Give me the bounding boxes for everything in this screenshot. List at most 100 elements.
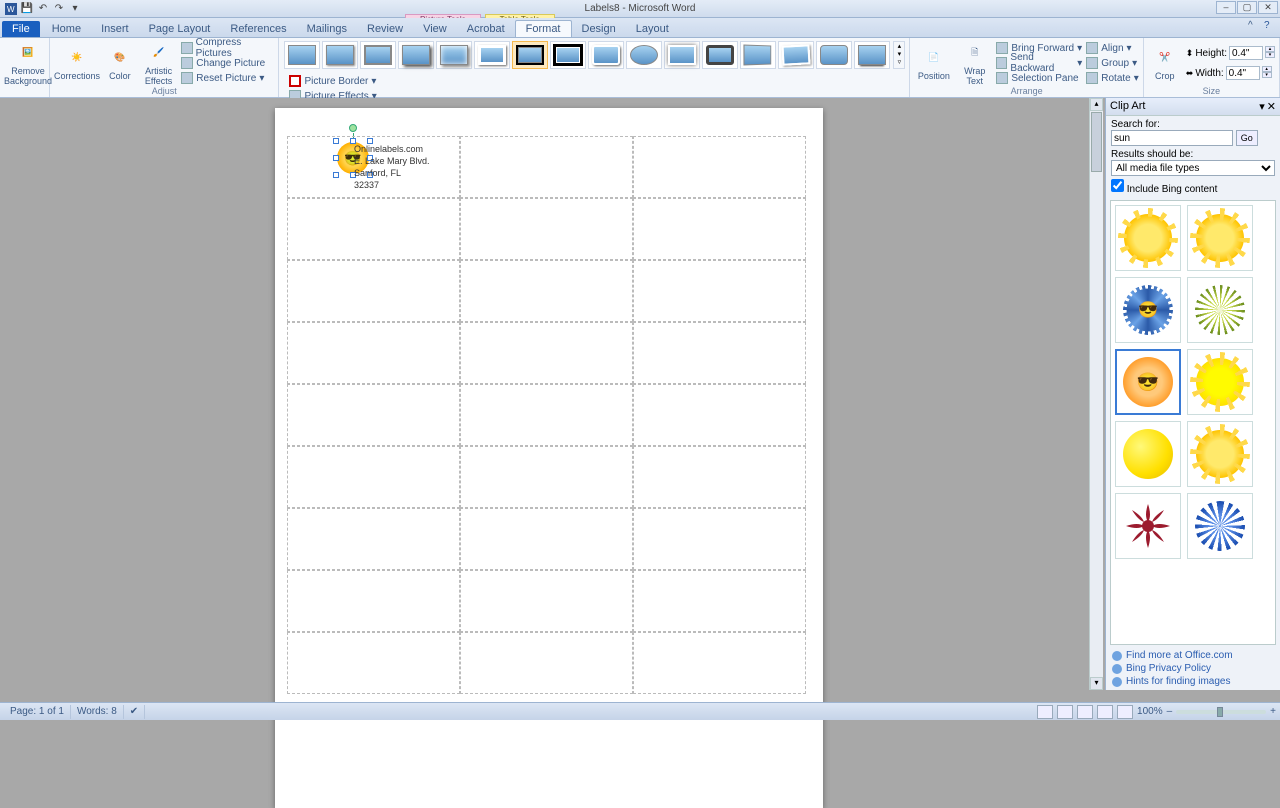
picture-style-7[interactable] [512,41,548,69]
undo-icon[interactable]: ↶ [36,2,50,16]
label-cell[interactable] [460,384,633,446]
compress-pictures-button[interactable]: Compress Pictures [181,41,274,55]
label-cell[interactable] [287,384,460,446]
label-cell[interactable] [287,198,460,260]
status-page[interactable]: Page: 1 of 1 [4,705,71,719]
clipart-item-8[interactable] [1187,421,1253,487]
picture-style-6[interactable] [474,41,510,69]
view-web[interactable] [1077,705,1093,719]
tab-home[interactable]: Home [42,21,91,37]
remove-background-button[interactable]: 🖼️Remove Background [4,40,52,86]
pane-close-icon[interactable]: ✕ [1267,100,1276,113]
label-cell[interactable] [287,570,460,632]
maximize-button[interactable]: ▢ [1237,1,1257,14]
picture-style-11[interactable] [664,41,700,69]
change-picture-button[interactable]: Change Picture [181,56,274,70]
clipart-item-7[interactable] [1115,421,1181,487]
picture-style-5[interactable] [436,41,472,69]
status-words[interactable]: Words: 8 [71,705,124,719]
tab-layout[interactable]: Layout [626,21,679,37]
tab-page-layout[interactable]: Page Layout [139,21,221,37]
tab-file[interactable]: File [2,21,40,37]
include-bing-checkbox[interactable] [1111,179,1124,192]
picture-style-9[interactable] [588,41,624,69]
zoom-level[interactable]: 100% [1137,706,1163,717]
tab-insert[interactable]: Insert [91,21,139,37]
scroll-thumb[interactable] [1091,112,1102,172]
zoom-slider[interactable] [1176,710,1266,714]
label-cell[interactable] [460,198,633,260]
view-outline[interactable] [1097,705,1113,719]
help-icon[interactable]: ? [1264,20,1276,32]
label-cell[interactable] [287,508,460,570]
clipart-item-4[interactable] [1187,277,1253,343]
rotate-handle[interactable] [349,124,357,132]
position-button[interactable]: 📄Position [914,40,953,86]
label-cell[interactable] [460,260,633,322]
picture-style-12[interactable] [702,41,738,69]
tab-design[interactable]: Design [572,21,626,37]
width-input[interactable]: ⬌Width: ▴▾ [1186,66,1275,80]
selection-pane-button[interactable]: Selection Pane [996,71,1082,85]
label-cell[interactable] [633,570,806,632]
tab-mailings[interactable]: Mailings [297,21,357,37]
label-cell[interactable] [460,508,633,570]
hints-link[interactable]: Hints for finding images [1112,675,1274,688]
send-backward-button[interactable]: Send Backward ▾ [996,56,1082,70]
reset-picture-button[interactable]: Reset Picture ▾ [181,71,274,85]
picture-style-14[interactable] [778,41,814,69]
view-print-layout[interactable] [1037,705,1053,719]
label-cell[interactable] [633,508,806,570]
label-cell[interactable] [287,322,460,384]
zoom-in-button[interactable]: + [1270,706,1276,717]
group-button[interactable]: Group ▾ [1086,56,1139,70]
label-cell[interactable] [460,570,633,632]
picture-style-3[interactable] [360,41,396,69]
align-button[interactable]: Align ▾ [1086,41,1139,55]
ribbon-minimize-icon[interactable]: ^ [1248,20,1260,32]
bing-privacy-link[interactable]: Bing Privacy Policy [1112,662,1274,675]
pane-menu-icon[interactable]: ▾ [1259,100,1265,113]
label-cell[interactable] [460,632,633,694]
status-proof-icon[interactable]: ✔ [124,705,145,719]
picture-style-1[interactable] [284,41,320,69]
label-cell[interactable] [633,384,806,446]
tab-format[interactable]: Format [515,20,572,37]
search-input[interactable] [1111,130,1233,146]
redo-icon[interactable]: ↷ [52,2,66,16]
minimize-button[interactable]: – [1216,1,1236,14]
view-full-screen[interactable] [1057,705,1073,719]
label-cell[interactable] [460,446,633,508]
tab-acrobat[interactable]: Acrobat [457,21,515,37]
width-down[interactable]: ▾ [1262,72,1272,78]
picture-style-16[interactable] [854,41,890,69]
media-types-select[interactable]: All media file types [1111,160,1275,176]
zoom-out-button[interactable]: – [1167,706,1173,717]
view-draft[interactable] [1117,705,1133,719]
label-cell[interactable] [287,260,460,322]
vertical-scrollbar[interactable]: ▴ ▾ [1089,98,1103,690]
go-button[interactable]: Go [1236,130,1258,146]
tab-view[interactable]: View [413,21,457,37]
save-icon[interactable]: 💾 [20,2,34,16]
rotate-button[interactable]: Rotate ▾ [1086,71,1139,85]
label-cell[interactable] [460,322,633,384]
label-cell[interactable] [287,446,460,508]
find-more-office-link[interactable]: Find more at Office.com [1112,649,1274,662]
crop-button[interactable]: ✂️Crop [1148,40,1182,86]
height-down[interactable]: ▾ [1265,52,1275,58]
picture-style-2[interactable] [322,41,358,69]
picture-style-13[interactable] [740,41,776,69]
label-cell[interactable] [287,632,460,694]
corrections-button[interactable]: ☀️Corrections [54,40,100,86]
picture-border-button[interactable]: Picture Border ▾ [289,74,376,88]
label-cell[interactable] [633,446,806,508]
tab-references[interactable]: References [220,21,296,37]
color-button[interactable]: 🎨Color [104,40,136,86]
label-cell[interactable] [633,632,806,694]
tab-review[interactable]: Review [357,21,413,37]
clipart-item-2[interactable] [1187,205,1253,271]
clipart-item-10[interactable] [1187,493,1253,559]
scroll-down-icon[interactable]: ▾ [1090,677,1103,690]
scroll-up-icon[interactable]: ▴ [1090,98,1103,111]
